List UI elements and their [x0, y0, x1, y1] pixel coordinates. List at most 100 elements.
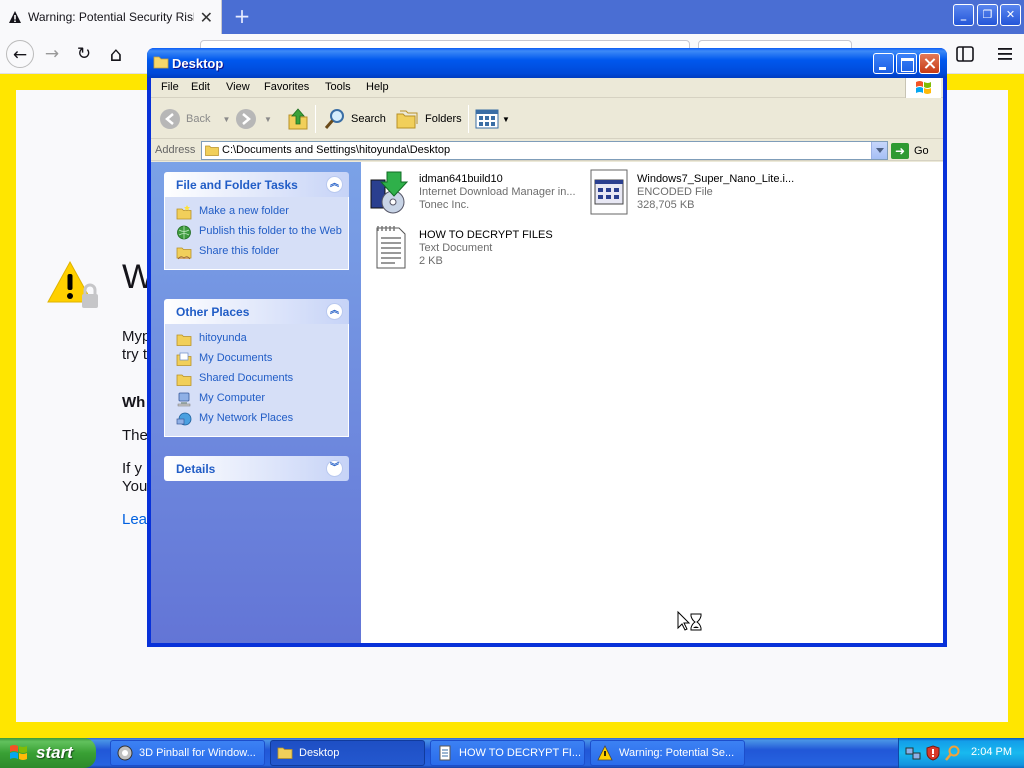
start-button[interactable]: start: [0, 738, 96, 768]
task-share-folder[interactable]: Share this folder: [165, 243, 348, 263]
installer-icon: [370, 171, 409, 214]
reload-icon[interactable]: ↻: [70, 40, 98, 68]
file-folder-tasks-list: Make a new folder Publish this folder to…: [164, 197, 349, 270]
forward-button[interactable]: ▼: [235, 105, 272, 133]
file-size: 2 KB: [419, 255, 443, 267]
forward-icon[interactable]: →: [38, 40, 66, 68]
new-tab-icon[interactable]: +: [230, 4, 254, 28]
shared-documents-icon: [176, 374, 192, 386]
details-title: Details: [176, 462, 216, 476]
place-my-computer[interactable]: My Computer: [165, 390, 348, 410]
task-pinball[interactable]: 3D Pinball for Window...: [110, 740, 265, 766]
firefox-minimize-button[interactable]: _: [953, 4, 974, 26]
back-dropdown-icon[interactable]: ▼: [222, 115, 230, 124]
place-hitoyunda[interactable]: hitoyunda: [165, 330, 348, 350]
network-tray-icon[interactable]: [905, 745, 921, 761]
task-desktop[interactable]: Desktop: [270, 740, 425, 766]
task-make-new-folder[interactable]: Make a new folder: [165, 203, 348, 223]
back-icon[interactable]: ←: [6, 40, 34, 68]
menu-tools[interactable]: Tools: [325, 81, 351, 93]
file-item-idman[interactable]: idman641build10 Internet Download Manage…: [367, 168, 577, 220]
place-label: My Network Places: [199, 412, 294, 424]
maximize-button[interactable]: [896, 53, 917, 74]
file-folder-tasks-header[interactable]: File and Folder Tasks ︽: [164, 172, 349, 197]
menu-icon[interactable]: [997, 47, 1013, 61]
place-shared-documents[interactable]: Shared Documents: [165, 370, 348, 390]
other-places-title: Other Places: [176, 305, 250, 319]
forward-dropdown-icon[interactable]: ▼: [264, 115, 272, 124]
task-publish-to-web[interactable]: Publish this folder to the Web: [165, 223, 348, 243]
collapse-chevron-icon[interactable]: ︽: [326, 303, 343, 320]
task-pane: File and Folder Tasks ︽ Make a new folde…: [151, 162, 361, 643]
notepad-icon: [439, 745, 451, 761]
file-item-how-to-decrypt[interactable]: HOW TO DECRYPT FILES Text Document 2 KB: [367, 224, 577, 276]
file-item-windows7-nano[interactable]: Windows7_Super_Nano_Lite.i... ENCODED Fi…: [585, 168, 795, 220]
minimize-button[interactable]: [873, 53, 894, 74]
new-folder-icon: [176, 205, 192, 220]
task-how-to-decrypt[interactable]: HOW TO DECRYPT FI...: [430, 740, 585, 766]
text-document-icon: [376, 226, 406, 269]
file-type: Internet Download Manager in...: [419, 186, 576, 198]
place-my-documents[interactable]: My Documents: [165, 350, 348, 370]
forward-arrow-icon: [236, 109, 256, 129]
menu-edit[interactable]: Edit: [191, 81, 210, 93]
go-label: Go: [914, 144, 929, 157]
firefox-restore-button[interactable]: ❐: [977, 4, 998, 26]
address-input[interactable]: C:\Documents and Settings\hitoyunda\Desk…: [201, 141, 888, 160]
security-shield-icon[interactable]: [925, 745, 941, 761]
security-warning-icon: [47, 260, 98, 308]
menu-help[interactable]: Help: [366, 81, 389, 93]
search-tray-icon[interactable]: [945, 745, 961, 761]
place-my-network-places[interactable]: My Network Places: [165, 410, 348, 430]
encoded-file-icon: [590, 169, 628, 215]
windows-logo: [905, 78, 941, 98]
tab-close-icon[interactable]: ✕: [200, 8, 213, 27]
up-folder-button[interactable]: [287, 105, 309, 133]
close-button[interactable]: [919, 53, 940, 74]
menu-file[interactable]: File: [161, 81, 179, 93]
task-label: Publish this folder to the Web: [199, 225, 342, 237]
go-button[interactable]: ➜ Go: [891, 141, 929, 160]
busy-cursor-icon: [677, 610, 702, 631]
file-name: Windows7_Super_Nano_Lite.i...: [637, 173, 795, 185]
clock: 2:04 PM: [971, 746, 1012, 758]
back-button[interactable]: Back ▼: [159, 105, 230, 133]
toolbar-separator: [468, 105, 469, 133]
place-label: hitoyunda: [199, 332, 247, 344]
views-button[interactable]: ▼: [475, 105, 510, 133]
back-label: Back: [186, 113, 211, 125]
folders-button[interactable]: Folders: [395, 105, 462, 133]
explorer-title-bar[interactable]: Desktop: [147, 48, 947, 78]
firefox-close-button[interactable]: ✕: [1000, 4, 1021, 26]
address-label: Address: [155, 144, 196, 156]
file-list: idman641build10 Internet Download Manage…: [361, 162, 943, 643]
task-label: Make a new folder: [199, 205, 289, 217]
file-size: 328,705 KB: [637, 199, 695, 211]
task-label: HOW TO DECRYPT FI...: [459, 747, 582, 759]
browser-tab[interactable]: Warning: Potential Security Risk Ahead ✕: [0, 0, 222, 34]
home-icon[interactable]: ⌂: [102, 40, 130, 68]
explorer-body: File Edit View Favorites Tools Help Back…: [151, 78, 943, 643]
file-type: Text Document: [419, 242, 493, 254]
collapse-chevron-icon[interactable]: ︽: [326, 176, 343, 193]
address-dropdown-icon[interactable]: [871, 142, 887, 159]
task-label: Warning: Potential Se...: [619, 747, 735, 759]
other-places-header[interactable]: Other Places ︽: [164, 299, 349, 324]
taskbar: start 3D Pinball for Window... Desktop H…: [0, 738, 1024, 768]
menu-favorites[interactable]: Favorites: [264, 81, 309, 93]
views-dropdown-icon[interactable]: ▼: [502, 115, 510, 124]
search-button[interactable]: Search: [323, 105, 386, 133]
details-header[interactable]: Details ︾: [164, 456, 349, 481]
address-value: C:\Documents and Settings\hitoyunda\Desk…: [222, 144, 451, 156]
folder-icon: [153, 56, 169, 69]
system-tray: 2:04 PM: [898, 738, 1024, 768]
task-firefox-warning[interactable]: Warning: Potential Se...: [590, 740, 745, 766]
file-folder-tasks-panel: File and Folder Tasks ︽ Make a new folde…: [164, 172, 349, 270]
expand-chevron-icon[interactable]: ︾: [326, 460, 343, 477]
globe-icon: [177, 225, 191, 240]
windows-flag-icon: [916, 81, 931, 94]
menu-view[interactable]: View: [226, 81, 250, 93]
sidebar-icon[interactable]: [956, 46, 974, 62]
pinball-icon: [117, 745, 133, 761]
folder-icon: [205, 145, 219, 156]
